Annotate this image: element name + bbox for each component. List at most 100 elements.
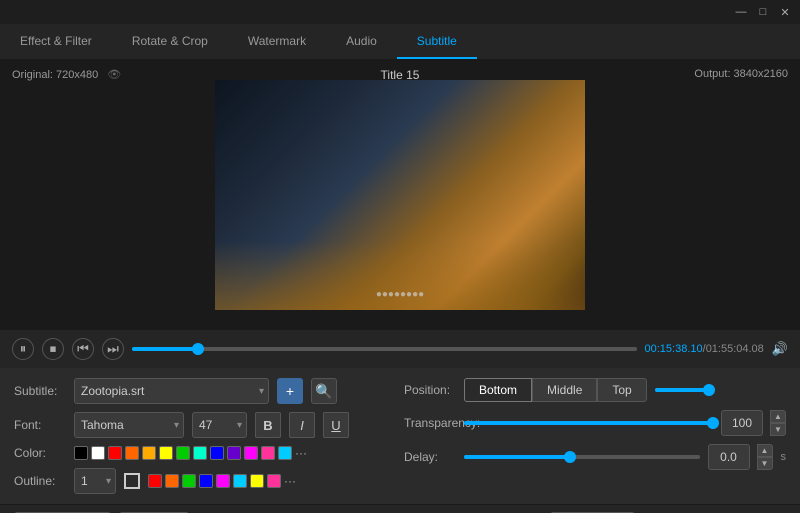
- transparency-up[interactable]: ▲: [770, 410, 786, 423]
- outline-row: Outline: 1 ···: [14, 468, 384, 494]
- subtitle-row: Subtitle: Zootopia.srt + 🔍: [14, 378, 384, 404]
- stop-button[interactable]: ⏹: [42, 338, 64, 360]
- outline-color-box[interactable]: [124, 473, 140, 489]
- right-controls: Position: Bottom Middle Top Transparency…: [404, 378, 786, 494]
- video-thumbnail: ●●●●●●●●: [215, 80, 585, 310]
- outline-swatch-blue[interactable]: [199, 474, 213, 488]
- outline-swatch-yellow[interactable]: [250, 474, 264, 488]
- swatch-amber[interactable]: [142, 446, 156, 460]
- tab-rotate-crop[interactable]: Rotate & Crop: [112, 24, 228, 59]
- swatch-red[interactable]: [108, 446, 122, 460]
- output-label: Output: 3840x2160: [694, 68, 788, 80]
- outline-swatch-pink[interactable]: [267, 474, 281, 488]
- position-middle-button[interactable]: Middle: [532, 378, 597, 402]
- transparency-down[interactable]: ▼: [770, 423, 786, 436]
- font-size-wrapper: 47: [192, 412, 247, 438]
- outline-swatch-orange[interactable]: [165, 474, 179, 488]
- bold-button[interactable]: B: [255, 412, 281, 438]
- underline-button[interactable]: U: [323, 412, 349, 438]
- subtitle-label: Subtitle:: [14, 384, 66, 398]
- swatch-magenta[interactable]: [244, 446, 258, 460]
- position-slider[interactable]: [655, 388, 715, 392]
- swatch-black[interactable]: [74, 446, 88, 460]
- transparency-thumb: [707, 417, 719, 429]
- font-label: Font:: [14, 418, 66, 432]
- delay-unit: s: [781, 451, 787, 463]
- swatch-blue[interactable]: [210, 446, 224, 460]
- position-top-button[interactable]: Top: [597, 378, 646, 402]
- subtitle-select[interactable]: Zootopia.srt: [74, 378, 269, 404]
- delay-spinner: ▲ ▼: [757, 444, 773, 470]
- search-subtitle-button[interactable]: 🔍: [311, 378, 337, 404]
- maximize-button[interactable]: □: [756, 5, 770, 19]
- font-row: Font: Tahoma 47 B I U: [14, 412, 384, 438]
- swatch-purple[interactable]: [227, 446, 241, 460]
- outline-swatch-green[interactable]: [182, 474, 196, 488]
- delay-slider[interactable]: [464, 455, 700, 459]
- swatch-yellow[interactable]: [159, 446, 173, 460]
- volume-icon[interactable]: 🔊: [772, 341, 788, 357]
- swatch-white[interactable]: [91, 446, 105, 460]
- transparency-spinner: ▲ ▼: [770, 410, 786, 436]
- title-bar: ― □ ✕: [0, 0, 800, 24]
- bottom-bar: Apply to All Reset Reset All OK Cancel: [0, 504, 800, 513]
- next-button[interactable]: ⏭: [102, 338, 124, 360]
- position-buttons: Bottom Middle Top: [464, 378, 647, 402]
- position-fill: [655, 388, 709, 392]
- delay-up[interactable]: ▲: [757, 444, 773, 457]
- swatch-orange[interactable]: [125, 446, 139, 460]
- tab-effect-filter[interactable]: Effect & Filter: [0, 24, 112, 59]
- transparency-row: Transparency: ▲ ▼: [404, 410, 786, 436]
- position-bottom-button[interactable]: Bottom: [464, 378, 532, 402]
- outline-swatch-magenta[interactable]: [216, 474, 230, 488]
- font-size-select[interactable]: 47: [192, 412, 247, 438]
- progress-bar[interactable]: [132, 347, 637, 351]
- controls-panel: Subtitle: Zootopia.srt + 🔍 Font: Tahoma: [0, 368, 800, 504]
- delay-down[interactable]: ▼: [757, 457, 773, 470]
- eye-icon[interactable]: 👁: [107, 68, 121, 81]
- color-row: Color: ···: [14, 446, 384, 460]
- swatch-green[interactable]: [176, 446, 190, 460]
- swatch-cyan[interactable]: [278, 446, 292, 460]
- original-label: Original: 720x480 👁: [12, 68, 121, 81]
- color-swatches: ···: [74, 446, 307, 460]
- delay-fill: [464, 455, 570, 459]
- tab-audio[interactable]: Audio: [326, 24, 397, 59]
- outline-swatch-red[interactable]: [148, 474, 162, 488]
- close-button[interactable]: ✕: [778, 5, 792, 19]
- add-subtitle-button[interactable]: +: [277, 378, 303, 404]
- main-content: Original: 720x480 👁 Title 15 Output: 384…: [0, 60, 800, 513]
- font-select-wrapper: Tahoma: [74, 412, 184, 438]
- prev-button[interactable]: ⏮: [72, 338, 94, 360]
- transparency-slider[interactable]: [464, 421, 713, 425]
- swatch-pink[interactable]: [261, 446, 275, 460]
- transparency-fill: [464, 421, 713, 425]
- font-name-select[interactable]: Tahoma: [74, 412, 184, 438]
- more-colors-button[interactable]: ···: [295, 446, 307, 460]
- transparency-value[interactable]: [721, 410, 763, 436]
- video-area: Original: 720x480 👁 Title 15 Output: 384…: [0, 60, 800, 330]
- position-row: Position: Bottom Middle Top: [404, 378, 786, 402]
- outline-swatches: ···: [148, 474, 296, 488]
- outline-label: Outline:: [14, 474, 66, 488]
- italic-button[interactable]: I: [289, 412, 315, 438]
- progress-fill: [132, 347, 198, 351]
- outline-more-colors[interactable]: ···: [284, 474, 296, 488]
- time-display: 00:15:38.10/01:55:04.08: [645, 343, 764, 355]
- color-label: Color:: [14, 446, 66, 460]
- tab-watermark[interactable]: Watermark: [228, 24, 326, 59]
- subtitle-select-wrapper: Zootopia.srt: [74, 378, 269, 404]
- pause-button[interactable]: ⏸: [12, 338, 34, 360]
- tab-subtitle[interactable]: Subtitle: [397, 24, 477, 59]
- outline-swatch-cyan[interactable]: [233, 474, 247, 488]
- delay-row: Delay: ▲ ▼ s: [404, 444, 786, 470]
- swatch-teal[interactable]: [193, 446, 207, 460]
- transport-bar: ⏸ ⏹ ⏮ ⏭ 00:15:38.10/01:55:04.08 🔊: [0, 330, 800, 368]
- left-controls: Subtitle: Zootopia.srt + 🔍 Font: Tahoma: [14, 378, 384, 494]
- delay-value[interactable]: [708, 444, 750, 470]
- position-thumb: [703, 384, 715, 396]
- tabs-bar: Effect & Filter Rotate & Crop Watermark …: [0, 24, 800, 60]
- outline-select[interactable]: 1: [74, 468, 116, 494]
- minimize-button[interactable]: ―: [734, 5, 748, 19]
- position-label: Position:: [404, 383, 456, 397]
